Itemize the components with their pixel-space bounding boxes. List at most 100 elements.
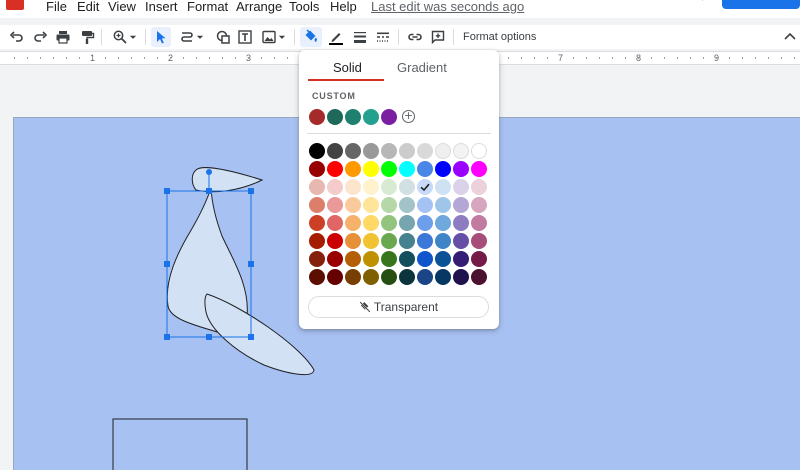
palette-color-swatch[interactable] — [327, 197, 343, 213]
palette-color-swatch[interactable] — [309, 161, 325, 177]
palette-color-swatch[interactable] — [417, 269, 433, 285]
palette-color-swatch[interactable] — [399, 179, 415, 195]
fill-color-icon[interactable] — [300, 27, 322, 47]
palette-color-swatch[interactable] — [363, 161, 379, 177]
palette-color-swatch[interactable] — [345, 251, 361, 267]
border-color-icon[interactable] — [325, 27, 347, 47]
custom-color-swatch[interactable] — [381, 109, 397, 125]
palette-color-swatch[interactable] — [381, 143, 397, 159]
palette-color-swatch[interactable] — [399, 233, 415, 249]
palette-color-swatch[interactable] — [381, 179, 397, 195]
format-options-button[interactable]: Format options — [463, 31, 536, 43]
palette-color-swatch[interactable] — [435, 197, 451, 213]
palette-color-swatch[interactable] — [381, 233, 397, 249]
palette-color-swatch[interactable] — [381, 197, 397, 213]
palette-color-swatch[interactable] — [453, 215, 469, 231]
palette-color-swatch[interactable] — [363, 251, 379, 267]
custom-color-swatch[interactable] — [345, 109, 361, 125]
palette-color-swatch[interactable] — [417, 251, 433, 267]
palette-color-swatch[interactable] — [345, 233, 361, 249]
menu-help[interactable]: Help — [330, 0, 357, 14]
palette-color-swatch[interactable] — [327, 143, 343, 159]
select-icon[interactable] — [151, 27, 171, 47]
shape-icon[interactable] — [214, 27, 232, 47]
menu-file[interactable]: File — [46, 0, 67, 14]
palette-color-swatch[interactable] — [363, 179, 379, 195]
undo-icon[interactable] — [8, 27, 26, 47]
palette-color-swatch[interactable] — [363, 197, 379, 213]
border-weight-icon[interactable] — [350, 27, 370, 47]
palette-color-swatch[interactable] — [435, 251, 451, 267]
menu-insert[interactable]: Insert — [145, 0, 178, 14]
palette-color-swatch[interactable] — [327, 215, 343, 231]
collapse-toolbar-icon[interactable] — [782, 27, 798, 47]
palette-color-swatch[interactable] — [453, 143, 469, 159]
share-button[interactable] — [722, 0, 800, 9]
line-tool-button[interactable] — [175, 27, 209, 47]
palette-color-swatch[interactable] — [435, 233, 451, 249]
paint-format-icon[interactable] — [78, 27, 96, 47]
palette-color-swatch[interactable] — [471, 179, 487, 195]
palette-color-swatch[interactable] — [309, 143, 325, 159]
palette-color-swatch[interactable] — [363, 269, 379, 285]
palette-color-swatch[interactable] — [399, 251, 415, 267]
palette-color-swatch[interactable] — [345, 143, 361, 159]
palette-color-swatch[interactable] — [471, 251, 487, 267]
palette-color-swatch[interactable] — [381, 215, 397, 231]
palette-color-swatch[interactable] — [435, 143, 451, 159]
menu-view[interactable]: View — [108, 0, 136, 14]
print-icon[interactable] — [54, 27, 72, 47]
palette-color-swatch[interactable] — [327, 251, 343, 267]
palette-color-swatch[interactable] — [399, 161, 415, 177]
zoom-button[interactable] — [108, 27, 142, 47]
palette-color-swatch[interactable] — [453, 251, 469, 267]
palette-color-swatch[interactable] — [453, 233, 469, 249]
custom-color-swatch[interactable] — [309, 109, 325, 125]
palette-color-swatch[interactable] — [327, 161, 343, 177]
menu-tools[interactable]: Tools — [289, 0, 319, 14]
palette-color-swatch[interactable] — [399, 197, 415, 213]
palette-color-swatch[interactable] — [471, 161, 487, 177]
palette-color-swatch[interactable] — [327, 179, 343, 195]
palette-color-swatch[interactable] — [471, 143, 487, 159]
palette-color-swatch[interactable] — [345, 179, 361, 195]
palette-color-swatch[interactable] — [453, 269, 469, 285]
palette-color-swatch[interactable] — [417, 233, 433, 249]
palette-color-swatch[interactable] — [399, 215, 415, 231]
palette-color-swatch[interactable] — [471, 269, 487, 285]
palette-color-swatch[interactable] — [417, 161, 433, 177]
text-box-icon[interactable] — [236, 27, 254, 47]
tab-solid[interactable]: Solid — [333, 60, 362, 75]
palette-color-swatch[interactable] — [309, 269, 325, 285]
palette-color-swatch[interactable] — [345, 161, 361, 177]
menu-arrange[interactable]: Arrange — [236, 0, 282, 14]
palette-color-swatch[interactable] — [417, 143, 433, 159]
custom-color-swatch[interactable] — [363, 109, 379, 125]
palette-color-swatch[interactable] — [399, 269, 415, 285]
palette-color-swatch[interactable] — [309, 233, 325, 249]
palette-color-swatch[interactable] — [435, 161, 451, 177]
add-custom-color-icon[interactable]: + — [402, 110, 415, 123]
palette-color-swatch[interactable] — [309, 179, 325, 195]
menu-edit[interactable]: Edit — [77, 0, 99, 14]
palette-color-swatch[interactable] — [381, 161, 397, 177]
app-logo[interactable] — [6, 0, 24, 10]
palette-color-swatch[interactable] — [309, 251, 325, 267]
palette-color-swatch[interactable] — [345, 197, 361, 213]
palette-color-swatch[interactable] — [453, 161, 469, 177]
palette-color-swatch[interactable] — [435, 269, 451, 285]
chevron-icon[interactable] — [695, 0, 705, 2]
palette-color-swatch[interactable] — [435, 179, 451, 195]
palette-color-swatch[interactable] — [435, 215, 451, 231]
tab-gradient[interactable]: Gradient — [397, 60, 447, 75]
palette-color-swatch[interactable] — [309, 215, 325, 231]
border-dash-icon[interactable] — [373, 27, 393, 47]
image-button[interactable] — [258, 27, 290, 47]
palette-color-swatch[interactable] — [417, 215, 433, 231]
palette-color-swatch[interactable] — [345, 269, 361, 285]
custom-color-swatch[interactable] — [327, 109, 343, 125]
palette-color-swatch[interactable] — [399, 143, 415, 159]
link-icon[interactable] — [405, 27, 425, 47]
palette-color-swatch[interactable] — [363, 233, 379, 249]
palette-color-swatch[interactable] — [363, 143, 379, 159]
